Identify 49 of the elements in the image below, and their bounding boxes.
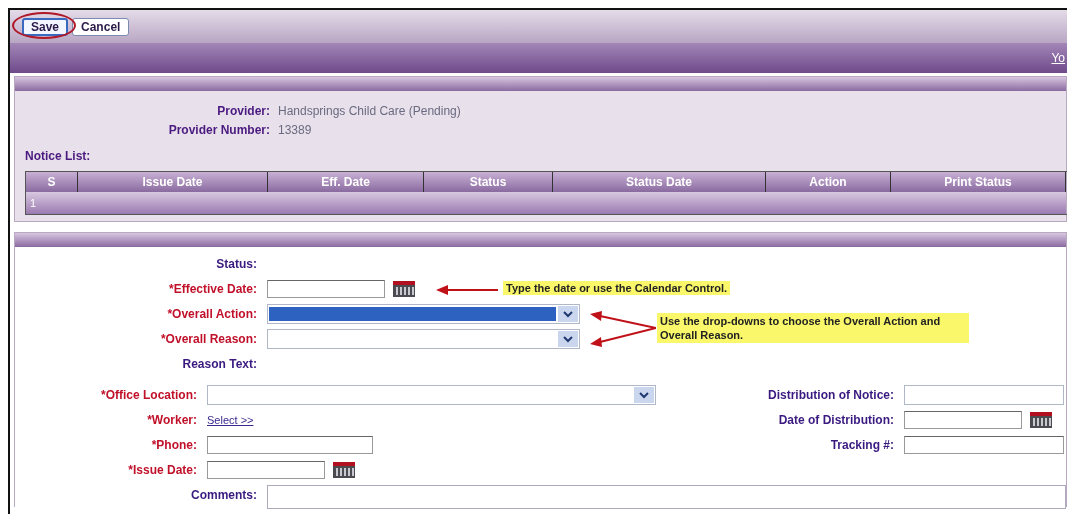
chevron-down-icon	[634, 386, 654, 403]
field-label: *Overall Reason:	[159, 331, 257, 346]
field-label: *Worker:	[146, 412, 197, 427]
arrow	[436, 284, 498, 296]
chevron-down-icon	[558, 330, 578, 347]
table-row[interactable]: 1	[26, 192, 1066, 214]
field-label: Reason Text:	[181, 356, 257, 371]
callout-note: Type the date or use the Calendar Control.	[503, 281, 731, 295]
column-header[interactable]: Status Date	[553, 172, 766, 192]
field-label: *Effective Date:	[167, 281, 257, 296]
calendar-icon[interactable]	[1030, 411, 1052, 428]
column-header[interactable]: Action	[766, 172, 891, 192]
field-label: *Issue Date:	[127, 462, 197, 477]
input-field[interactable]	[207, 435, 373, 454]
field-label: *Office Location:	[100, 387, 197, 402]
field-label: *Overall Action:	[166, 306, 257, 321]
header-link[interactable]: Yo	[1051, 51, 1065, 65]
date-field[interactable]	[904, 410, 1022, 429]
field-value: 13389	[278, 122, 312, 137]
field-label: Distribution of Notice:	[767, 387, 894, 402]
toolbar-button[interactable]: Save	[22, 17, 69, 36]
field-label: Provider Number:	[167, 122, 270, 137]
field-label: Date of Distribution:	[777, 412, 894, 427]
toolbar-button[interactable]: Cancel	[72, 17, 130, 36]
comments-field[interactable]	[267, 484, 1066, 509]
chevron-down-icon	[558, 305, 578, 322]
field-label: *Phone:	[150, 437, 197, 452]
field-label: Tracking #:	[829, 437, 894, 452]
column-header[interactable]: Issue Date	[78, 172, 268, 192]
input-field[interactable]	[904, 435, 1064, 454]
arrows-drawing	[590, 311, 656, 347]
calendar-icon[interactable]	[393, 280, 415, 297]
column-header[interactable]: Status	[424, 172, 553, 192]
column-header[interactable]: Print Status	[891, 172, 1066, 192]
callout-note: Use the drop-downs to choose the Overall Action and Overall Reason.	[657, 313, 969, 343]
table-cell-text: 1	[29, 197, 37, 209]
calendar-icon[interactable]	[333, 461, 355, 478]
section-title: Notice List:	[25, 149, 92, 163]
field-label: Comments:	[190, 487, 257, 502]
column-header[interactable]: S	[26, 172, 78, 192]
highlight-ellipse	[12, 12, 76, 39]
field-value: Handsprings Child Care (Pending)	[278, 103, 461, 118]
field-label: Provider:	[216, 103, 270, 118]
date-field[interactable]	[267, 279, 385, 298]
select-link[interactable]: Select >>	[207, 413, 254, 426]
field-label: Status:	[215, 256, 257, 271]
dropdown[interactable]	[267, 303, 580, 324]
column-header[interactable]: Eff. Date	[268, 172, 424, 192]
date-field[interactable]	[207, 460, 325, 479]
